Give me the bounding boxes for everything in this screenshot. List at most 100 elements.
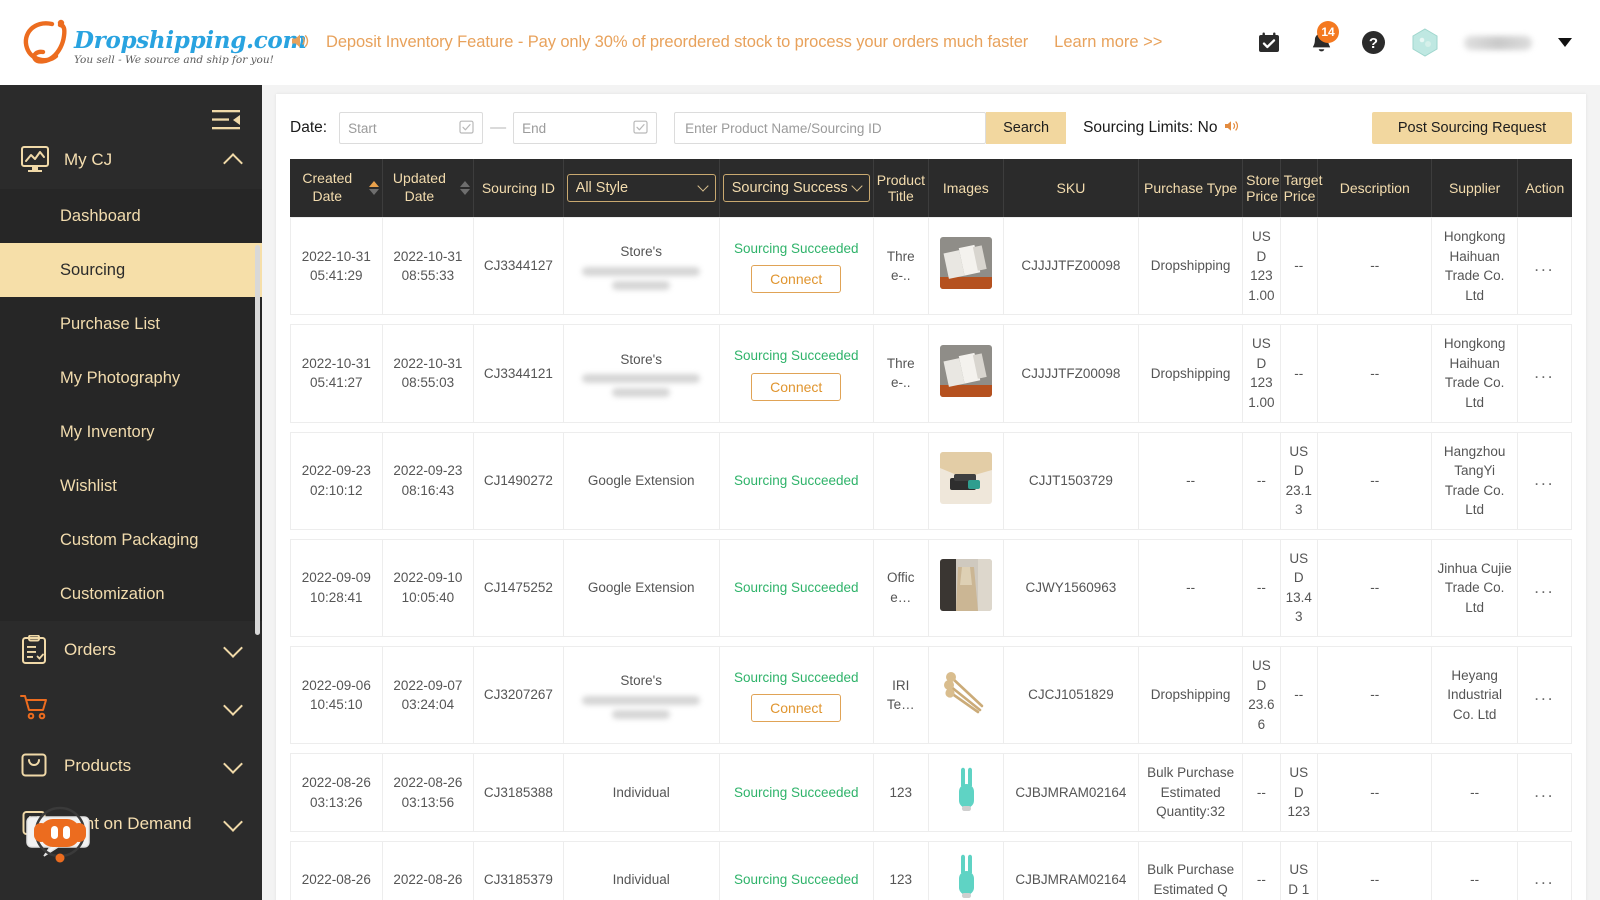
more-options-icon[interactable]: ... bbox=[1534, 782, 1554, 801]
sidebar-group-my-cj[interactable]: My CJ bbox=[0, 131, 262, 189]
post-sourcing-request-button[interactable]: Post Sourcing Request bbox=[1372, 112, 1572, 144]
table-row[interactable]: 2022-08-262022-08-26CJ3185379IndividualS… bbox=[290, 841, 1572, 900]
calendar-icon bbox=[459, 119, 474, 137]
sidebar-group-shopping-cart[interactable] bbox=[0, 679, 262, 737]
speaker-icon[interactable] bbox=[1224, 119, 1241, 138]
chevron-down-icon[interactable] bbox=[223, 812, 243, 832]
column-created-date[interactable]: Created Date bbox=[290, 159, 383, 217]
cell-status: Sourcing Succeeded bbox=[720, 753, 874, 832]
sidebar-group-products[interactable]: Products bbox=[0, 737, 262, 795]
style-select[interactable]: All Style bbox=[567, 174, 716, 202]
support-bot-icon[interactable] bbox=[12, 795, 108, 873]
chevron-down-icon[interactable] bbox=[223, 638, 243, 658]
more-options-icon[interactable]: ... bbox=[1534, 869, 1554, 888]
cell-sku: CJBJMRAM02164 bbox=[1004, 753, 1139, 832]
learn-more-link[interactable]: Learn more >> bbox=[1054, 33, 1162, 52]
more-options-icon[interactable]: ... bbox=[1534, 685, 1554, 704]
chevron-down-icon[interactable] bbox=[1558, 38, 1572, 47]
collapse-sidebar-button[interactable] bbox=[0, 85, 262, 131]
bell-icon[interactable]: 14 bbox=[1308, 30, 1334, 56]
end-date-placeholder: End bbox=[522, 121, 633, 136]
search-input[interactable]: Enter Product Name/Sourcing ID bbox=[674, 112, 986, 144]
sidebar-item-sourcing[interactable]: Sourcing bbox=[0, 243, 262, 297]
avatar[interactable] bbox=[1412, 28, 1438, 57]
more-options-icon[interactable]: ... bbox=[1534, 256, 1554, 275]
search-button[interactable]: Search bbox=[986, 112, 1066, 144]
sidebar-item-label: Dashboard bbox=[60, 207, 141, 226]
table-row[interactable]: 2022-09-09 10:28:412022-09-10 10:05:40CJ… bbox=[290, 539, 1572, 637]
cell-target-price: -- bbox=[1281, 217, 1318, 315]
filter-bar: Date: Start — End bbox=[290, 106, 1572, 150]
sidebar-item-custom-packaging[interactable]: Custom Packaging bbox=[0, 513, 262, 567]
brand-logo[interactable]: Dropshipping.com You sell - We source an… bbox=[20, 18, 250, 68]
more-options-icon[interactable]: ... bbox=[1534, 578, 1554, 597]
cell-image bbox=[929, 646, 1004, 744]
bunny-thumb[interactable] bbox=[940, 764, 992, 816]
notebook-thumb[interactable] bbox=[940, 345, 992, 397]
sort-arrows-updated[interactable] bbox=[460, 181, 470, 195]
chevron-down-icon[interactable] bbox=[223, 696, 243, 716]
sort-asc-icon[interactable] bbox=[369, 181, 379, 187]
spacer-cell bbox=[290, 832, 1572, 841]
cell-created-date: 2022-09-23 02:10:12 bbox=[290, 432, 383, 530]
column-updated-date[interactable]: Updated Date bbox=[383, 159, 475, 217]
sourcing-card: Date: Start — End bbox=[276, 94, 1586, 900]
table-row[interactable]: 2022-08-26 03:13:262022-08-26 03:13:56CJ… bbox=[290, 753, 1572, 832]
sidebar-item-my-inventory[interactable]: My Inventory bbox=[0, 405, 262, 459]
sidebar-item-label: Custom Packaging bbox=[60, 531, 199, 550]
sidebar-item-customization[interactable]: Customization bbox=[0, 567, 262, 621]
status-select[interactable]: Sourcing Success bbox=[723, 174, 870, 202]
sidebar-item-purchase-list[interactable]: Purchase List bbox=[0, 297, 262, 351]
column-label: Updated Date bbox=[386, 170, 454, 206]
sort-asc-icon[interactable] bbox=[460, 181, 470, 187]
spoons-thumb[interactable] bbox=[940, 666, 992, 718]
column-label: Created Date bbox=[293, 170, 362, 206]
table-row-spacer bbox=[290, 530, 1572, 539]
shopping-cart-icon bbox=[20, 693, 50, 723]
stapler-thumb[interactable] bbox=[940, 452, 992, 504]
connect-button[interactable]: Connect bbox=[751, 265, 841, 293]
connect-button[interactable]: Connect bbox=[751, 373, 841, 401]
start-date-input[interactable]: Start bbox=[339, 112, 483, 144]
sidebar-item-dashboard[interactable]: Dashboard bbox=[0, 189, 262, 243]
promo-banner-text: Deposit Inventory Feature - Pay only 30%… bbox=[326, 33, 1028, 52]
sort-desc-icon[interactable] bbox=[369, 189, 379, 195]
column-status-filter[interactable]: Sourcing Success bbox=[720, 159, 874, 217]
cell-sourcing-id: CJ1475252 bbox=[474, 539, 563, 637]
cell-image bbox=[929, 539, 1004, 637]
cell-updated-date: 2022-10-31 08:55:33 bbox=[383, 217, 475, 315]
table-row[interactable]: 2022-10-31 05:41:292022-10-31 08:55:33CJ… bbox=[290, 217, 1572, 315]
sidebar-item-my-photography[interactable]: My Photography bbox=[0, 351, 262, 405]
column-store-price: Store Price bbox=[1243, 159, 1280, 217]
bunny-thumb[interactable] bbox=[940, 851, 992, 900]
cell-description: -- bbox=[1318, 432, 1432, 530]
table-row[interactable]: 2022-09-23 02:10:122022-09-23 08:16:43CJ… bbox=[290, 432, 1572, 530]
sidebar-item-wishlist[interactable]: Wishlist bbox=[0, 459, 262, 513]
column-style-filter[interactable]: All Style bbox=[564, 159, 720, 217]
sidebar: My CJ Dashboard Sourcing Purchase List M… bbox=[0, 85, 262, 900]
sort-arrows-created[interactable] bbox=[369, 181, 379, 195]
more-options-icon[interactable]: ... bbox=[1534, 470, 1554, 489]
more-options-icon[interactable]: ... bbox=[1534, 363, 1554, 382]
sidebar-scrollbar[interactable] bbox=[255, 245, 260, 635]
notebook-thumb[interactable] bbox=[940, 237, 992, 289]
connect-button[interactable]: Connect bbox=[751, 694, 841, 722]
help-circle-icon[interactable]: ? bbox=[1360, 30, 1386, 56]
table-row-spacer bbox=[290, 832, 1572, 841]
sort-desc-icon[interactable] bbox=[460, 189, 470, 195]
chevron-up-icon[interactable] bbox=[223, 153, 243, 173]
calendar-check-icon[interactable] bbox=[1256, 30, 1282, 56]
cell-supplier: -- bbox=[1432, 841, 1517, 900]
cell-style: Google Extension bbox=[564, 432, 720, 530]
cell-product-title: IRI Te… bbox=[874, 646, 929, 744]
column-label: Target Price bbox=[1284, 172, 1323, 204]
column-label: Action bbox=[1525, 180, 1564, 196]
chevron-down-icon[interactable] bbox=[223, 754, 243, 774]
cell-store-price: -- bbox=[1243, 539, 1280, 637]
table-row[interactable]: 2022-09-06 10:45:102022-09-07 03:24:04CJ… bbox=[290, 646, 1572, 744]
cell-style: Individual bbox=[564, 753, 720, 832]
dress-thumb[interactable] bbox=[940, 559, 992, 611]
sidebar-group-orders[interactable]: Orders bbox=[0, 621, 262, 679]
table-row[interactable]: 2022-10-31 05:41:272022-10-31 08:55:03CJ… bbox=[290, 324, 1572, 422]
end-date-input[interactable]: End bbox=[513, 112, 657, 144]
